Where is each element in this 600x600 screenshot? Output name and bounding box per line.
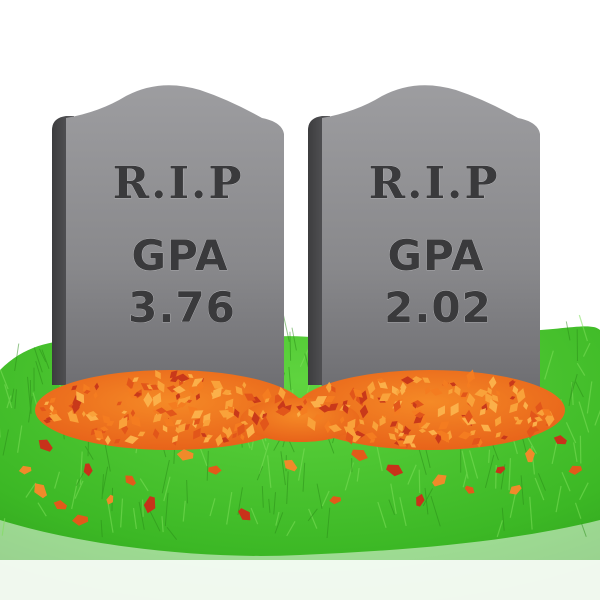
tombstone-right-label: GPA (388, 231, 485, 280)
tombstone-right-value: 2.02 (384, 283, 492, 332)
tombstone-right-epitaph: R.I.P (369, 158, 500, 209)
tombstone-right: R.I.P GPA 2.02 (308, 85, 540, 390)
tombstone-left-label: GPA (132, 231, 229, 280)
graveyard-scene: R.I.P GPA 3.76 R.I.P GPA 2.02 (0, 85, 600, 600)
tombstone-left-value: 3.76 (128, 283, 236, 332)
tombstone-left: R.I.P GPA 3.76 (52, 85, 284, 390)
tombstone-left-epitaph: R.I.P (113, 158, 244, 209)
